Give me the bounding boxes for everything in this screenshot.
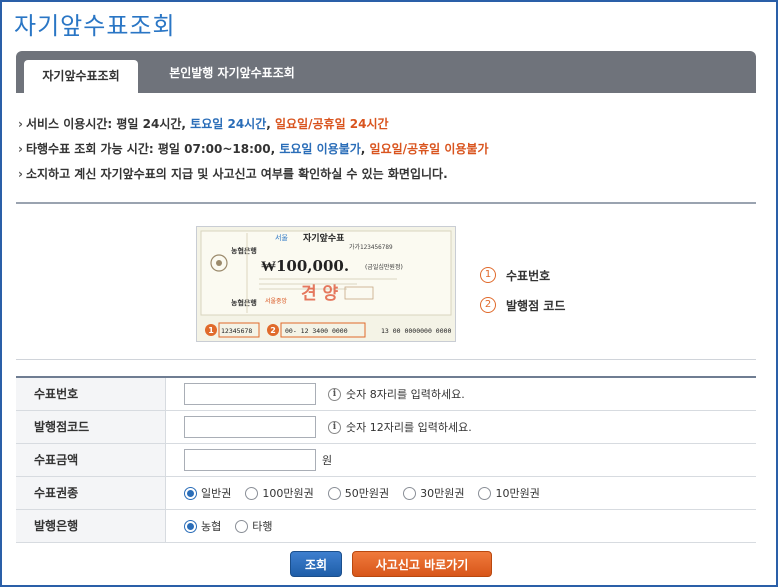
radio-denomination-300k[interactable]: 30만원권: [403, 485, 464, 501]
radio-selected-icon[interactable]: [184, 486, 197, 500]
info-icon: i: [328, 387, 341, 401]
form-row-denomination: 수표권종 일반권 100만원권 50만원권 30만원권 10만원권: [16, 477, 756, 510]
number-1-icon: 1: [480, 267, 496, 283]
form-row-amount: 수표금액 원: [16, 444, 756, 477]
tab-bar: 자기앞수표조회 본인발행 자기앞수표조회: [16, 51, 756, 93]
report-accident-button[interactable]: 사고신고 바로가기: [352, 551, 492, 577]
notice-list: › 서비스 이용시간: 평일 24시간, 토요일 24시간, 일요일/공휴일 24…: [18, 116, 489, 191]
denomination-label: 수표권종: [16, 477, 166, 509]
check-serial: 가가123456789: [349, 243, 393, 251]
branch-code-hint: i 숫자 12자리를 입력하세요.: [328, 419, 472, 435]
inquiry-form: 수표번호 i 숫자 8자리를 입력하세요. 발행점코드 i 숫자 12자리를 입…: [16, 376, 756, 543]
check-region: 서울: [275, 233, 288, 242]
radio-denomination-general[interactable]: 일반권: [184, 485, 231, 501]
check-bank-name-bottom: 농협은행: [231, 298, 257, 307]
info-icon: i: [328, 420, 341, 434]
arrow-icon: ›: [18, 142, 23, 156]
page-title: 자기앞수표조회: [14, 12, 176, 40]
search-button[interactable]: 조회: [290, 551, 342, 577]
check-number-input[interactable]: [184, 383, 316, 405]
check-legend: 1 수표번호 2 발행점 코드: [480, 260, 565, 320]
radio-bank-nonghyup[interactable]: 농협: [184, 518, 221, 534]
check-illustration: 농협은행 농협은행 서울 자기앞수표 가가123456789 ₩100,000.…: [197, 227, 455, 341]
amount-label: 수표금액: [16, 444, 166, 476]
radio-denomination-500k[interactable]: 50만원권: [327, 485, 389, 501]
svg-text:1: 1: [208, 326, 214, 335]
check-number-hint: i 숫자 8자리를 입력하세요.: [328, 386, 465, 402]
form-row-issuing-bank: 발행은행 농협 타행: [16, 510, 756, 543]
check-number-sample: 12345678: [221, 327, 252, 335]
notice-description: › 소지하고 계신 자기앞수표의 지급 및 사고신고 여부를 확인하실 수 있는 …: [18, 167, 448, 181]
notice-other-bank-hours: › 타행수표 조회 가능 시간: 평일 07:00~18:00, 토요일 이용불가…: [18, 142, 489, 156]
radio-bank-other[interactable]: 타행: [235, 518, 273, 534]
check-title: 자기앞수표: [303, 232, 345, 244]
tab-own-issued-inquiry[interactable]: 본인발행 자기앞수표조회: [152, 60, 312, 93]
branch-code-input[interactable]: [184, 416, 316, 438]
check-sample-section: 농협은행 농협은행 서울 자기앞수표 가가123456789 ₩100,000.…: [16, 202, 756, 360]
radio-icon[interactable]: [245, 486, 259, 500]
radio-denomination-100k[interactable]: 10만원권: [478, 485, 540, 501]
radio-icon[interactable]: [235, 519, 249, 533]
radio-selected-icon[interactable]: [184, 519, 197, 533]
check-branch: 서울중앙: [265, 297, 288, 305]
legend-item-check-number: 1 수표번호: [480, 260, 565, 290]
legend-item-branch-code: 2 발행점 코드: [480, 290, 565, 320]
tab-check-inquiry[interactable]: 자기앞수표조회: [24, 60, 138, 93]
form-row-check-number: 수표번호 i 숫자 8자리를 입력하세요.: [16, 378, 756, 411]
check-stamp: 견 양: [301, 284, 339, 304]
radio-icon[interactable]: [327, 486, 341, 500]
check-extra-code: 13 00 0000000 0000: [381, 327, 452, 335]
notice-service-hours: › 서비스 이용시간: 평일 24시간, 토요일 24시간, 일요일/공휴일 24…: [18, 117, 389, 131]
check-number-label: 수표번호: [16, 378, 166, 410]
radio-icon[interactable]: [478, 486, 492, 500]
branch-code-label: 발행점코드: [16, 411, 166, 443]
check-sample-image: 농협은행 농협은행 서울 자기앞수표 가가123456789 ₩100,000.…: [196, 226, 456, 342]
branch-code-sample: 00- 12 3400 0000: [285, 327, 348, 335]
svg-text:2: 2: [270, 326, 276, 335]
issuing-bank-label: 발행은행: [16, 510, 166, 542]
arrow-icon: ›: [18, 167, 23, 181]
form-row-branch-code: 발행점코드 i 숫자 12자리를 입력하세요.: [16, 411, 756, 444]
amount-input[interactable]: [184, 449, 316, 471]
check-amount: ₩100,000.: [261, 257, 349, 275]
arrow-icon: ›: [18, 117, 23, 131]
radio-icon[interactable]: [403, 486, 417, 500]
radio-denomination-1m[interactable]: 100만원권: [245, 485, 314, 501]
amount-unit: 원: [322, 454, 333, 467]
number-2-icon: 2: [480, 297, 496, 313]
button-bar: 조회 사고신고 바로가기: [0, 551, 778, 577]
check-amount-words: (금일십만원정): [365, 263, 403, 271]
check-bank-name: 농협은행: [231, 246, 257, 255]
